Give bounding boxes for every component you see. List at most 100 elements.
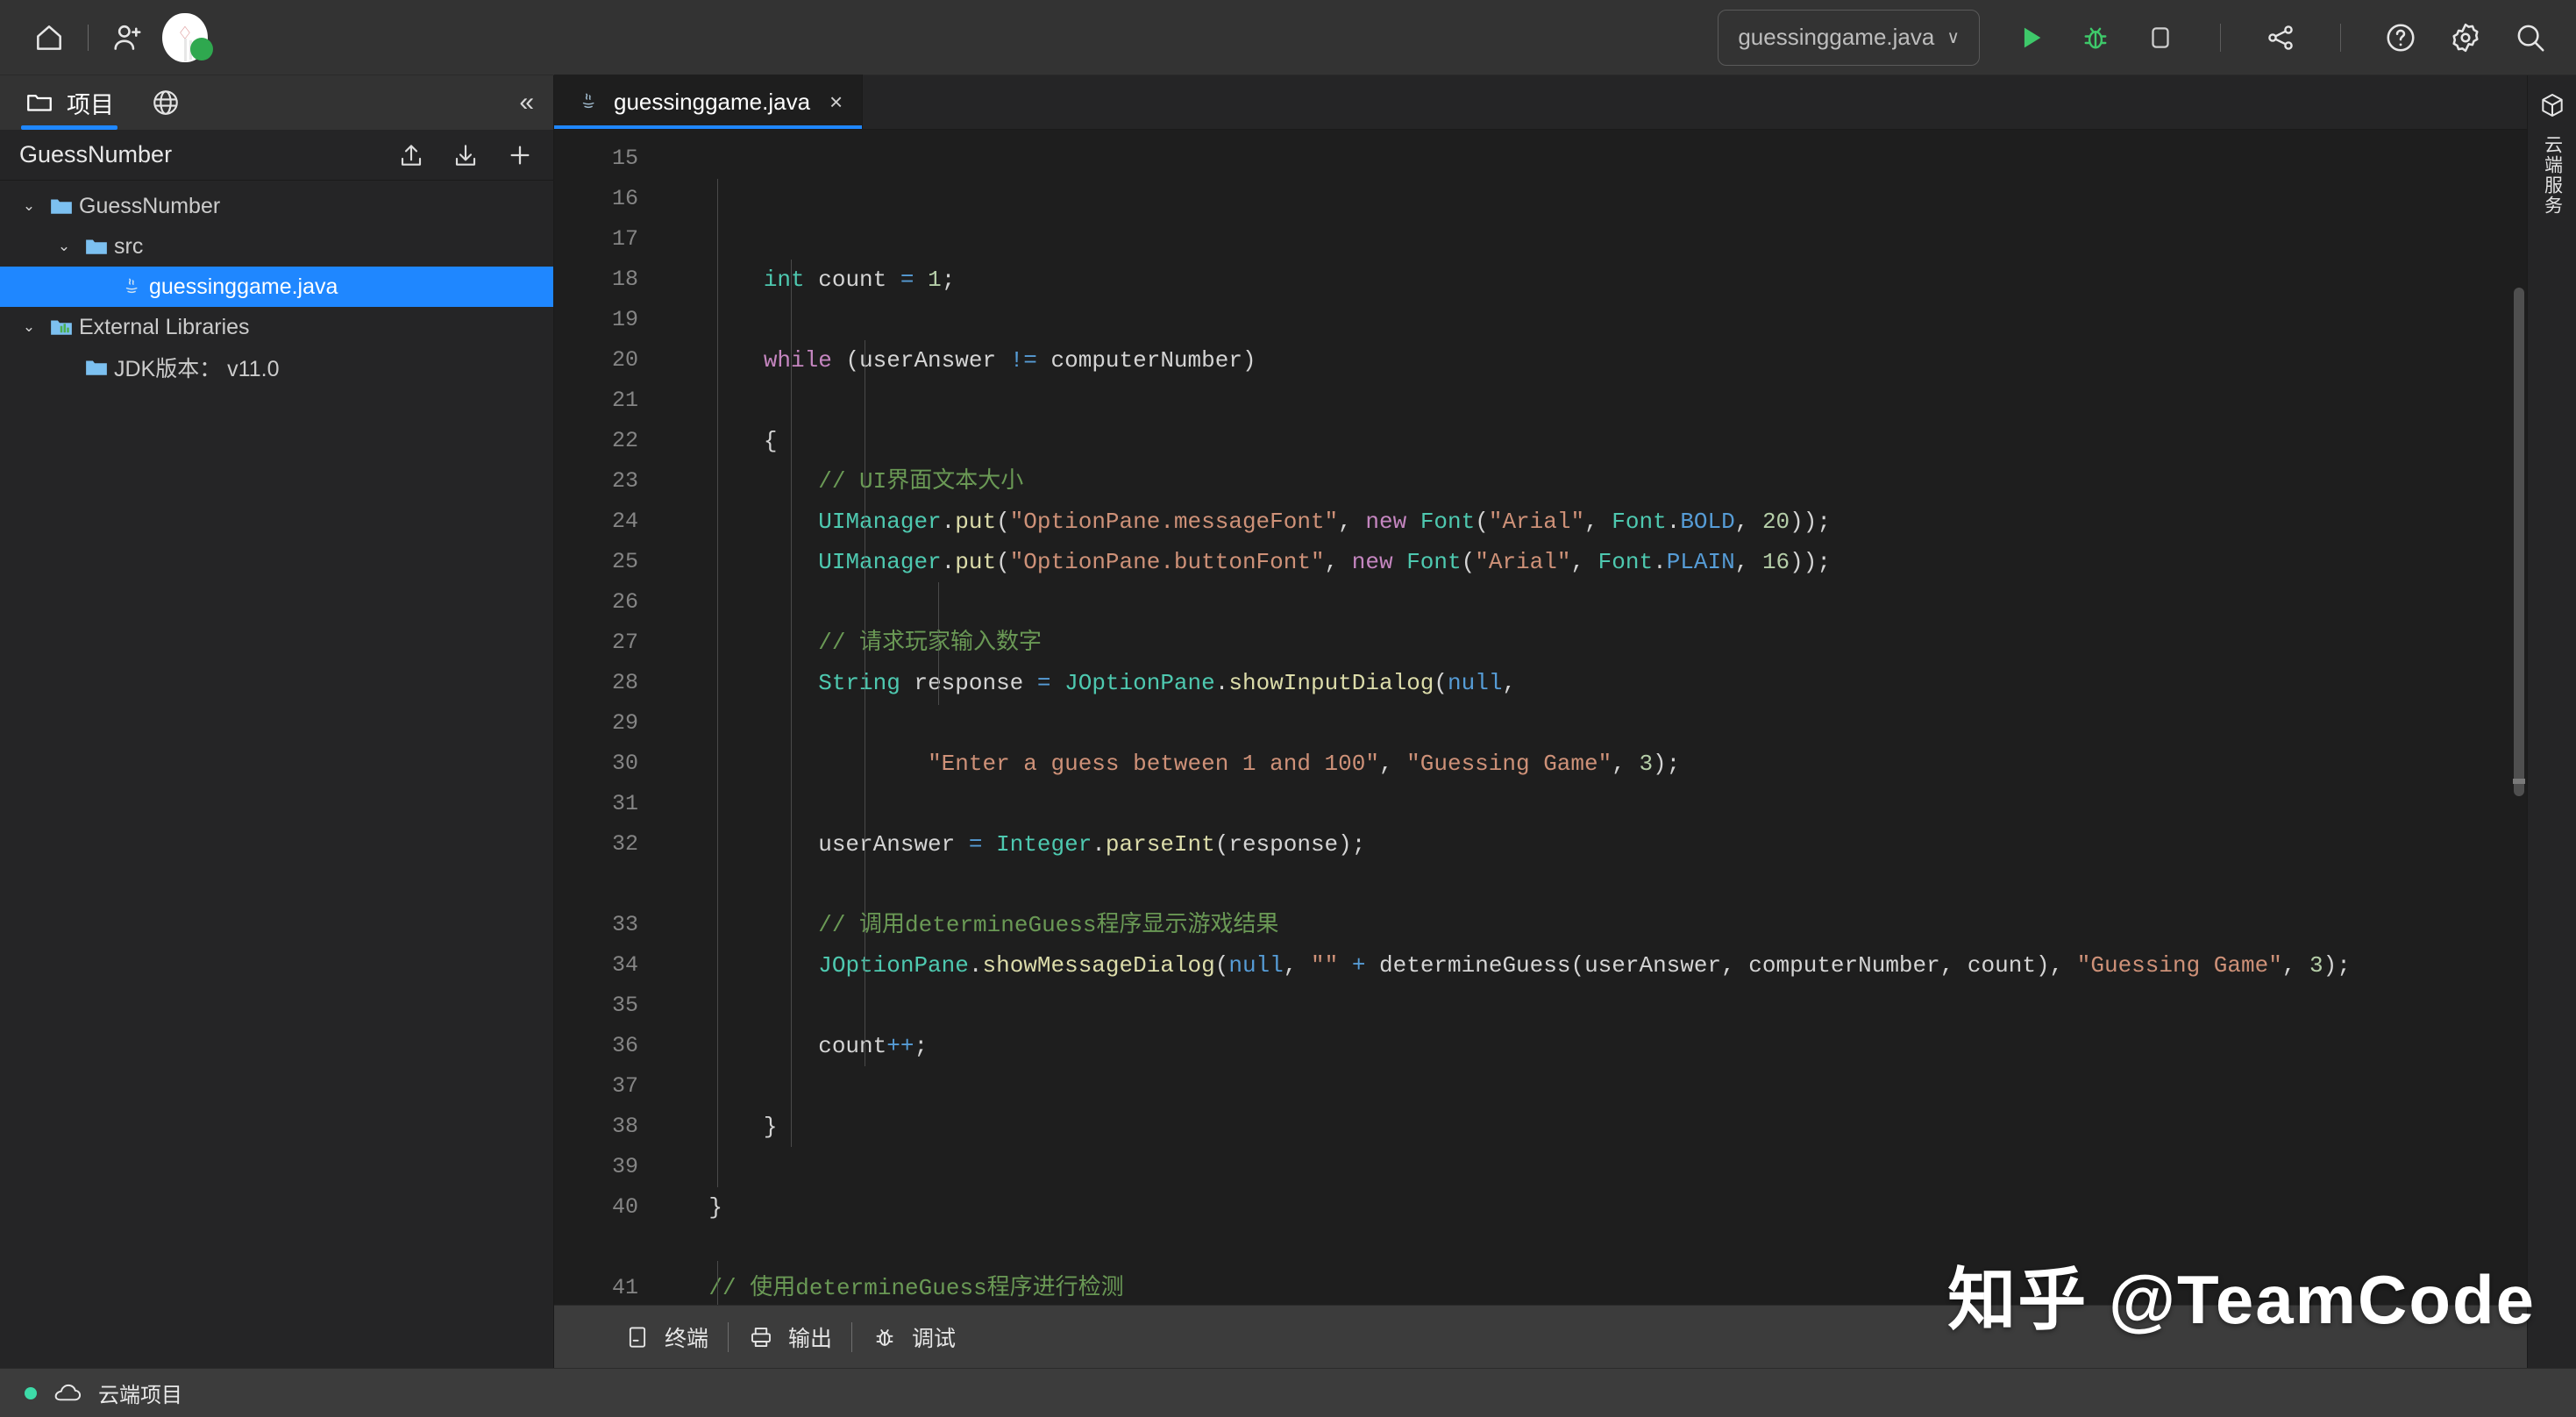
- rail-label-cloud-services[interactable]: 云端服务: [2539, 135, 2565, 216]
- right-rail: 云端服务: [2527, 75, 2576, 1368]
- code-line[interactable]: [654, 381, 2527, 421]
- line-number: 25: [611, 549, 638, 574]
- code-token: .: [968, 952, 983, 979]
- debug-icon[interactable]: [2074, 17, 2117, 59]
- code-token: ,: [1612, 751, 1640, 777]
- code-line[interactable]: count++;: [654, 1026, 2527, 1066]
- workspace: 项目 « GuessNumber ⌄ GuessNumber ⌄ src gue…: [0, 75, 2576, 1368]
- project-tree: ⌄ GuessNumber ⌄ src guessinggame.java ⌄ …: [0, 181, 553, 1368]
- code-line[interactable]: [654, 1147, 2527, 1187]
- share-icon[interactable]: [2259, 17, 2302, 59]
- panel-button-output[interactable]: 输出: [729, 1321, 851, 1353]
- tree-item-jdk-version[interactable]: JDK版本： v11.0: [0, 347, 553, 388]
- code-token: ));: [1790, 549, 1831, 575]
- code-token: "Arial": [1475, 549, 1571, 575]
- code-line[interactable]: {: [654, 421, 2527, 461]
- code-line[interactable]: UIManager.put("OptionPane.buttonFont", n…: [654, 542, 2527, 582]
- tree-item-label: src: [114, 233, 144, 259]
- panel-button-label: 调试: [912, 1326, 957, 1351]
- code-token: (: [1475, 509, 1489, 535]
- sidebar-tab-project[interactable]: 项目: [19, 75, 119, 130]
- tree-item-src[interactable]: ⌄ src: [0, 226, 553, 267]
- debug-icon: [872, 1324, 898, 1350]
- code-editor[interactable]: 15 16 17 18 19 20 21 22 23 24 25 26 27 28 29 30 31 32 33 34…: [554, 130, 2527, 1305]
- code-token: );: [1653, 751, 1681, 777]
- run-icon[interactable]: [2010, 17, 2052, 59]
- java-icon: [114, 275, 149, 298]
- collapse-sidebar-icon[interactable]: «: [519, 88, 534, 117]
- code-token: // 调用determineGuess程序显示游戏结果: [818, 912, 1279, 938]
- gutter-spacer: [554, 1228, 654, 1268]
- code-line[interactable]: String response = JOptionPane.showInputD…: [654, 663, 2527, 703]
- cube-icon[interactable]: [2538, 91, 2566, 119]
- code-line[interactable]: // 请求玩家输入数字: [654, 623, 2527, 663]
- search-icon[interactable]: [2509, 17, 2551, 59]
- upload-icon[interactable]: [397, 141, 425, 169]
- code-token: =: [900, 267, 914, 293]
- code-line[interactable]: [654, 1228, 2527, 1268]
- code-line[interactable]: }: [654, 1107, 2527, 1147]
- code-line[interactable]: [654, 865, 2527, 905]
- code-token: ,: [1338, 509, 1366, 535]
- code-line[interactable]: int count = 1;: [654, 260, 2527, 300]
- code-line[interactable]: // 调用determineGuess程序显示游戏结果: [654, 905, 2527, 945]
- code-line[interactable]: JOptionPane.showMessageDialog(null, "" +…: [654, 945, 2527, 986]
- code-line[interactable]: userAnswer = Integer.parseInt(response);: [654, 824, 2527, 865]
- avatar[interactable]: ♢: [162, 12, 213, 62]
- code-token: {: [654, 428, 778, 454]
- toolbar-left-group: ♢: [25, 12, 213, 62]
- code-token: ,: [1570, 549, 1598, 575]
- code-line[interactable]: [654, 703, 2527, 744]
- scrollbar-thumb[interactable]: [2514, 288, 2524, 796]
- help-icon[interactable]: [2380, 17, 2422, 59]
- download-icon[interactable]: [452, 141, 480, 169]
- panel-button-terminal[interactable]: 终端: [605, 1321, 728, 1353]
- code-line[interactable]: [654, 300, 2527, 340]
- tree-item-guessinggame-java[interactable]: guessinggame.java: [0, 267, 553, 307]
- code-token: computerNumber): [1036, 347, 1256, 374]
- code-line[interactable]: [654, 1066, 2527, 1107]
- close-icon[interactable]: ×: [829, 89, 843, 116]
- code-token: Font: [1420, 509, 1476, 535]
- code-content[interactable]: int count = 1; while (userAnswer != comp…: [654, 130, 2527, 1305]
- editor-tab-guessinggame-java[interactable]: guessinggame.java ×: [554, 75, 864, 129]
- add-user-icon[interactable]: [103, 13, 152, 62]
- code-line[interactable]: while (userAnswer != computerNumber): [654, 340, 2527, 381]
- code-line[interactable]: [654, 582, 2527, 623]
- top-toolbar: ♢ guessinggame.java ∨: [0, 0, 2576, 75]
- code-line[interactable]: [654, 784, 2527, 824]
- code-token: "OptionPane.messageFont": [1009, 509, 1339, 535]
- gear-icon[interactable]: [2444, 17, 2487, 59]
- active-file-selector[interactable]: guessinggame.java ∨: [1718, 9, 1980, 66]
- chevron-down-icon[interactable]: ⌄: [14, 197, 44, 215]
- tree-item-external-libraries[interactable]: ⌄ External Libraries: [0, 307, 553, 347]
- panel-button-debug[interactable]: 调试: [852, 1321, 975, 1353]
- code-line[interactable]: // UI界面文本大小: [654, 461, 2527, 502]
- tree-item-guessnumber[interactable]: ⌄ GuessNumber: [0, 186, 553, 226]
- code-token: ,: [2281, 952, 2310, 979]
- code-token: .: [941, 549, 956, 575]
- chevron-down-icon[interactable]: ⌄: [14, 318, 44, 336]
- code-line[interactable]: }: [654, 1187, 2527, 1228]
- stop-icon[interactable]: [2139, 17, 2181, 59]
- code-line[interactable]: // 使用determineGuess程序进行检测: [654, 1268, 2527, 1305]
- home-icon[interactable]: [25, 13, 74, 62]
- code-line[interactable]: [654, 986, 2527, 1026]
- line-number: 17: [611, 226, 638, 252]
- code-token: (: [1214, 952, 1229, 979]
- toolbar-right-group: guessinggame.java ∨: [1718, 9, 2551, 66]
- code-line[interactable]: UIManager.put("OptionPane.messageFont", …: [654, 502, 2527, 542]
- code-line[interactable]: "Enter a guess between 1 and 100", "Gues…: [654, 744, 2527, 784]
- status-bar: 云端项目: [0, 1368, 2576, 1417]
- line-number: 15: [611, 146, 638, 171]
- chevron-down-icon[interactable]: ⌄: [49, 238, 79, 255]
- add-icon[interactable]: [506, 141, 534, 169]
- code-token: +: [1351, 952, 1366, 979]
- editor-vertical-scrollbar[interactable]: [2511, 130, 2527, 1305]
- status-bar-label[interactable]: 云端项目: [98, 1378, 182, 1408]
- sidebar-tab-web[interactable]: [151, 75, 181, 130]
